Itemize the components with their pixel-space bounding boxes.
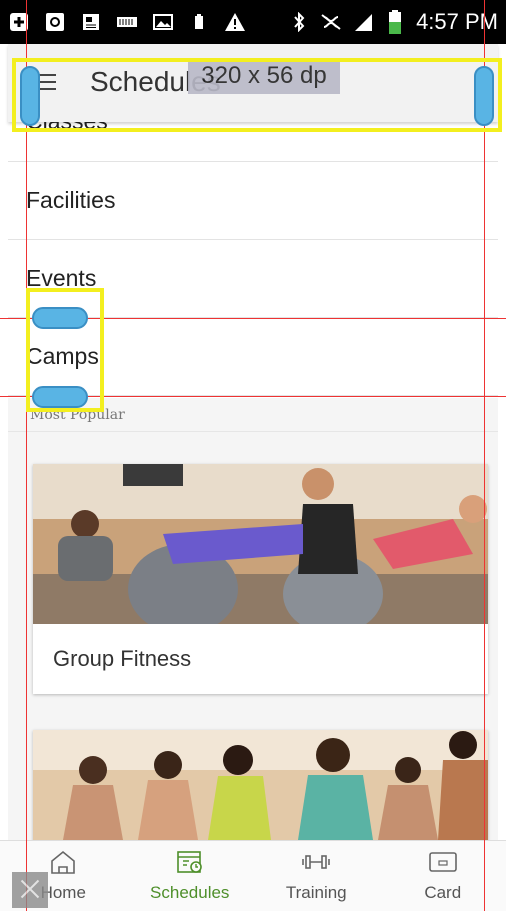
bluetooth-icon (288, 12, 310, 32)
card-yoga[interactable] (33, 730, 488, 840)
card-group-fitness[interactable]: Group Fitness (33, 464, 488, 694)
no-sim-icon (320, 12, 342, 32)
status-time: 4:57 PM (416, 9, 498, 34)
nav-card[interactable]: Card (380, 841, 506, 911)
dumbbell-icon (302, 855, 331, 869)
home-icon (51, 850, 76, 874)
battery-icon (384, 10, 406, 34)
warning-icon (224, 12, 246, 32)
menu-item-label: Facilities (26, 187, 116, 213)
news-icon (80, 12, 102, 32)
nav-schedules-label: Schedules (150, 883, 230, 902)
system-icons: 4:57 PM (288, 9, 498, 35)
resize-handle-top[interactable] (32, 307, 88, 329)
app-bar-highlight (12, 58, 502, 132)
nav-schedules[interactable]: Schedules (127, 841, 254, 911)
battery-small-icon (188, 12, 210, 32)
card-icon (428, 852, 457, 872)
chat-icon (44, 12, 66, 32)
guide-line-vertical-left (26, 0, 27, 911)
close-icon[interactable] (12, 872, 48, 908)
group-fitness-photo (33, 464, 488, 624)
nav-card-label: Card (424, 883, 462, 902)
image-icon (152, 12, 174, 32)
resize-handle-right[interactable] (474, 66, 494, 126)
status-bar: 4:57 PM (0, 0, 506, 44)
guide-line-vertical-right (484, 0, 485, 911)
bottom-navigation: Home Schedules Training Card (0, 840, 506, 911)
notification-icons (8, 12, 246, 32)
calendar-clock-icon (176, 851, 202, 873)
card-label: Group Fitness (53, 646, 192, 671)
signal-icon (352, 12, 374, 32)
keyboard-icon (116, 12, 138, 32)
resize-handle-bottom[interactable] (32, 386, 88, 408)
nav-training[interactable]: Training (253, 841, 380, 911)
nav-training-label: Training (285, 883, 347, 902)
menu-item-facilities[interactable]: Facilities (8, 162, 498, 240)
resize-handle-left[interactable] (20, 66, 40, 126)
yoga-photo (33, 730, 488, 840)
popular-cards: Group Fitness (8, 432, 498, 840)
